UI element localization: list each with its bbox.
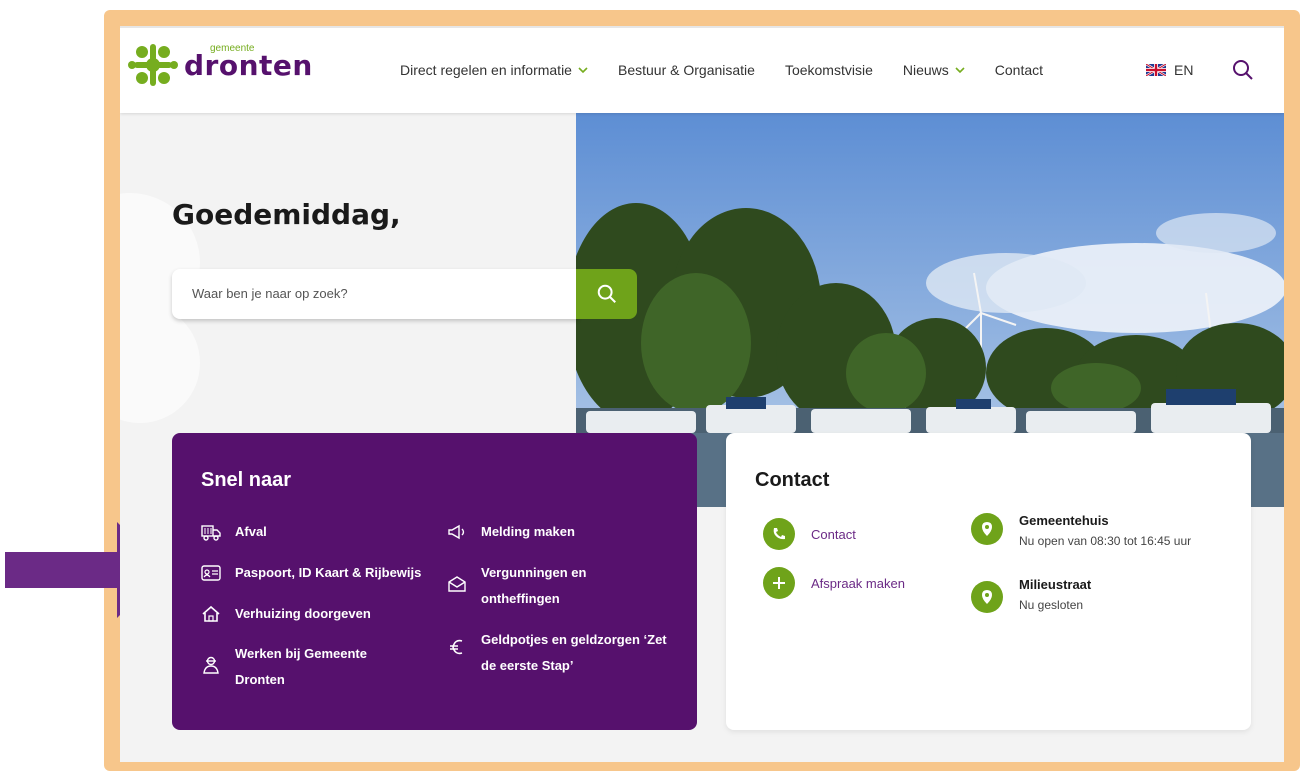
snel-link-label: Geldpotjes en geldzorgen ‘Zet	[481, 632, 667, 647]
location-pin-icon	[971, 513, 1003, 545]
snel-link-label: Melding maken	[481, 524, 575, 539]
location-status: Nu gesloten	[1019, 598, 1084, 612]
nav-label: Bestuur & Organisatie	[617, 62, 755, 78]
nav-nieuws[interactable]: Nieuws	[903, 62, 965, 78]
snel-link-label: Paspoort, ID Kaart & Rijbewijs	[235, 565, 422, 580]
contact-title: Contact	[755, 469, 830, 491]
snel-link-label: Dronten	[235, 672, 285, 687]
language-switch[interactable]: EN	[1146, 62, 1193, 78]
contact-link[interactable]: Contact	[763, 518, 856, 550]
snel-link-werken[interactable]: Werken bij Gemeente Dronten	[201, 641, 401, 693]
nav-direct-regelen[interactable]: Direct regelen en informatie	[400, 62, 588, 78]
afspraak-maken-link[interactable]: Afspraak maken	[763, 567, 905, 599]
language-label: EN	[1174, 62, 1194, 78]
search-input[interactable]: Waar ben je naar op zoek?	[172, 269, 578, 319]
chevron-down-icon	[955, 67, 965, 74]
snel-link-paspoort[interactable]: Paspoort, ID Kaart & Rijbewijs	[201, 560, 421, 586]
envelope-icon	[448, 576, 466, 592]
contact-link-label: Contact	[811, 526, 856, 542]
nav-label: Toekomstvisie	[784, 62, 873, 78]
search-icon	[597, 284, 616, 303]
nav-label: Direct regelen en informatie	[400, 62, 572, 78]
location-pin-icon	[971, 581, 1003, 613]
nav-contact[interactable]: Contact	[995, 62, 1043, 78]
search-submit-button[interactable]	[576, 269, 637, 319]
snel-link-label: ontheffingen	[481, 591, 560, 606]
snel-link-label: de eerste Stap’	[481, 658, 574, 673]
milieustraat-info: Milieustraat Nu gesloten	[971, 577, 1091, 613]
afspraak-maken-label: Afspraak maken	[811, 575, 905, 591]
location-title: Gemeentehuis	[1019, 513, 1109, 528]
worker-icon	[203, 656, 219, 674]
snel-naar-title: Snel naar	[201, 469, 292, 491]
location-title: Milieustraat	[1019, 577, 1092, 592]
main-nav: Direct regelen en informatie Bestuur & O…	[400, 62, 1073, 78]
logo-small-text: gemeente	[210, 42, 255, 54]
snel-link-label: Verhuizing doorgeven	[235, 606, 371, 621]
snel-naar-panel: Snel naar Afval Paspoort, ID Kaart & Rij…	[172, 433, 697, 730]
snel-link-label: Werken bij Gemeente	[235, 646, 367, 661]
truck-icon	[201, 525, 221, 541]
logo[interactable]: gemeente dronten	[128, 40, 313, 90]
snel-link-geldpotjes[interactable]: Geldpotjes en geldzorgen ‘Zet de eerste …	[447, 627, 677, 679]
snel-link-afval[interactable]: Afval	[201, 519, 267, 545]
snel-link-label: Afval	[235, 524, 267, 539]
nav-label: Contact	[994, 62, 1044, 78]
site-header: gemeente dronten Direct regelen en infor…	[120, 26, 1284, 113]
snel-link-vergunningen[interactable]: Vergunningen en ontheffingen	[447, 560, 677, 612]
logo-mark-icon	[128, 44, 178, 86]
snel-link-melding[interactable]: Melding maken	[447, 519, 575, 545]
id-card-icon	[201, 565, 221, 581]
snel-link-label: Vergunningen en	[481, 565, 587, 580]
home-icon	[202, 605, 220, 622]
uk-flag-icon	[1146, 64, 1166, 76]
nav-label: Nieuws	[902, 62, 949, 78]
location-status: Nu open van 08:30 tot 16:45 uur	[1019, 534, 1192, 548]
greeting-heading: Goedemiddag,	[172, 198, 401, 231]
contact-panel: Contact Contact Afspraak maken Gemeenteh…	[726, 433, 1251, 730]
euro-icon	[450, 639, 463, 655]
nav-bestuur[interactable]: Bestuur & Organisatie	[618, 62, 755, 78]
nav-toekomstvisie[interactable]: Toekomstvisie	[785, 62, 873, 78]
page: gemeente dronten Direct regelen en infor…	[120, 26, 1284, 762]
megaphone-icon	[448, 524, 465, 540]
plus-icon	[763, 567, 795, 599]
chevron-down-icon	[578, 67, 588, 74]
phone-icon	[763, 518, 795, 550]
search-icon[interactable]	[1231, 58, 1255, 82]
snel-link-verhuizing[interactable]: Verhuizing doorgeven	[201, 601, 371, 627]
gemeentehuis-info: Gemeentehuis Nu open van 08:30 tot 16:45…	[971, 513, 1191, 548]
